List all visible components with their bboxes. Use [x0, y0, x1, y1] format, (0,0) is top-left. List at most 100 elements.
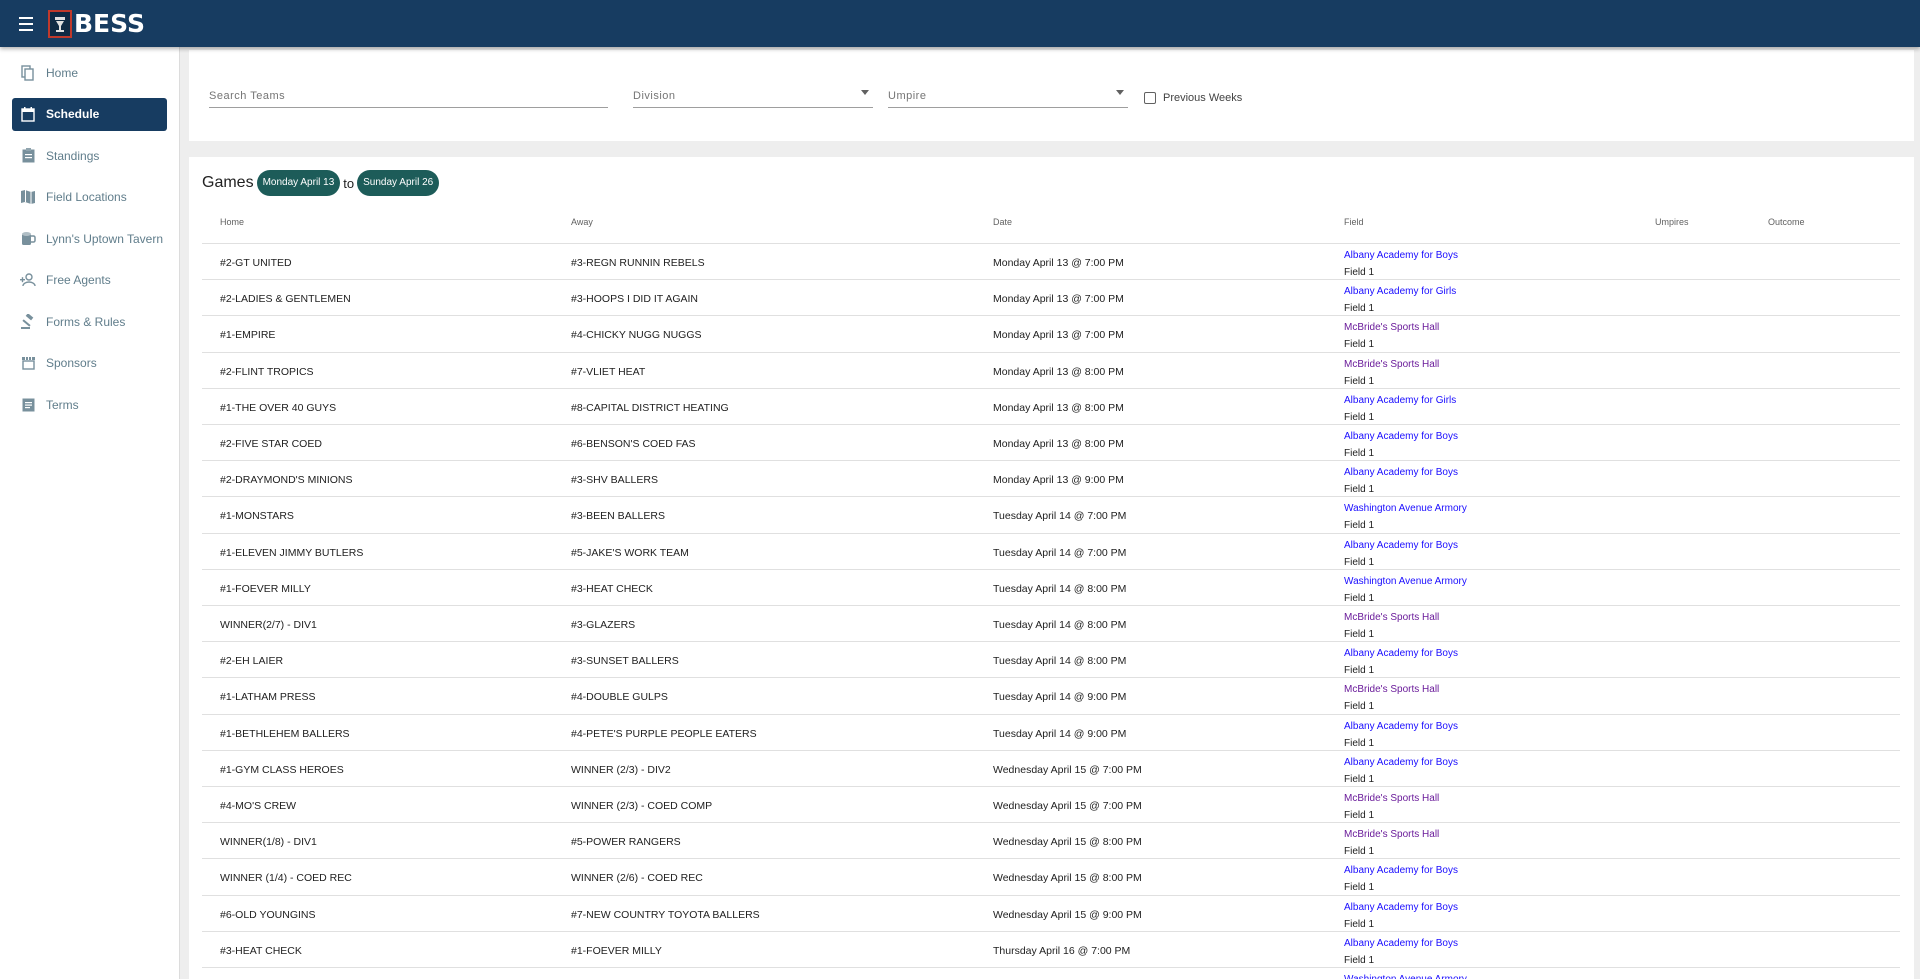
away-team-cell: WINNER (2/3) - DIV2: [571, 763, 671, 776]
table-row[interactable]: #1-THE OVER 40 GUYS #8-CAPITAL DISTRICT H…: [202, 387, 1900, 426]
calendar-icon: [20, 106, 36, 122]
field-cell: Albany Academy for Girls Field 1: [1344, 392, 1456, 426]
column-header-outcome[interactable]: Outcome: [1768, 217, 1805, 227]
table-row[interactable]: #6-OLD YOUNGINS #7-NEW COUNTRY TOYOTA BAL…: [202, 894, 1900, 931]
field-cell: McBride's Sports Hall Field 1: [1344, 681, 1439, 715]
away-team-cell: #3-BEEN BALLERS: [571, 510, 665, 523]
sidebar-item-label: Forms & Rules: [46, 314, 126, 329]
sidebar-item-field-locations[interactable]: Field Locations: [12, 181, 167, 214]
table-row[interactable]: #1-ELEVEN JIMMY BUTLERS #5-JAKE'S WORK TE…: [202, 532, 1900, 569]
away-team-cell: #5-JAKE'S WORK TEAM: [571, 546, 689, 559]
field-location-link[interactable]: Albany Academy for Girls: [1344, 392, 1456, 409]
field-location-link[interactable]: Albany Academy for Boys: [1344, 247, 1458, 264]
end-date-chip[interactable]: Sunday April 26: [357, 170, 440, 196]
column-header-home[interactable]: Home: [220, 217, 244, 227]
table-row[interactable]: #3-HEAT CHECK #1-FOEVER MILLY Thursday Apr…: [202, 930, 1900, 967]
column-header-away[interactable]: Away: [571, 217, 593, 227]
table-row[interactable]: WINNER (1/4) - COED REC WINNER (2/6) - CO…: [202, 858, 1900, 894]
date-cell: Monday April 13 @ 7:00 PM: [993, 293, 1124, 306]
field-location-link[interactable]: Washington Avenue Armory: [1344, 500, 1467, 517]
previous-weeks-checkbox[interactable]: [1144, 92, 1156, 104]
home-team-cell: WINNER(1/8) - DIV1: [220, 836, 317, 849]
date-cell: Wednesday April 15 @ 9:00 PM: [993, 908, 1142, 921]
search-placeholder: Search Teams: [209, 90, 286, 102]
away-team-cell: #8-CAPITAL DISTRICT HEATING: [571, 401, 729, 414]
date-cell: Monday April 13 @ 7:00 PM: [993, 329, 1124, 342]
table-row[interactable]: #1-LATHAM PRESS #4-DOUBLE GULPS Tuesday Ap…: [202, 677, 1900, 713]
field-location-link[interactable]: Albany Academy for Boys: [1344, 645, 1458, 662]
field-location-link[interactable]: Albany Academy for Boys: [1344, 464, 1458, 481]
column-header-umpires[interactable]: Umpires: [1655, 217, 1689, 227]
division-select[interactable]: Division: [633, 86, 873, 108]
division-placeholder: Division: [633, 90, 676, 102]
field-location-link[interactable]: McBride's Sports Hall: [1344, 319, 1439, 336]
sidebar-item-forms-rules[interactable]: Forms & Rules: [12, 305, 167, 338]
home-team-cell: #1-THE OVER 40 GUYS: [220, 401, 337, 414]
date-range-separator: to: [343, 175, 355, 191]
field-location-link[interactable]: McBride's Sports Hall: [1344, 826, 1439, 843]
caret-down-icon: [861, 90, 869, 95]
search-teams-input[interactable]: Search Teams: [209, 86, 608, 108]
sidebar-item-terms[interactable]: Terms: [12, 388, 167, 421]
home-team-cell: #4-MO'S CREW: [220, 800, 297, 812]
umpire-placeholder: Umpire: [888, 90, 927, 102]
home-team-cell: #2-GT UNITED: [220, 257, 292, 269]
field-location-link[interactable]: McBride's Sports Hall: [1344, 356, 1439, 373]
gavel-icon: [20, 314, 36, 330]
away-team-cell: #3-SUNSET BALLERS: [571, 655, 679, 668]
table-row[interactable]: WINNER(1/8) - DIV1 #5-POWER RANGERS Wednes…: [202, 822, 1900, 858]
table-row[interactable]: #2-EH LAIER #3-SUNSET BALLERS Tuesday Apri…: [202, 641, 1900, 677]
app-logo[interactable]: BESS: [48, 9, 145, 38]
field-location-link[interactable]: McBride's Sports Hall: [1344, 609, 1439, 626]
table-row[interactable]: #1-MONSTARS #3-BEEN BALLERS Tuesday April …: [202, 496, 1900, 532]
sidebar-item-label: Standings: [46, 148, 100, 163]
date-cell: Tuesday April 14 @ 8:00 PM: [993, 582, 1127, 595]
table-row[interactable]: #2-DRAYMOND'S MINIONS #3-SHV BALLERS Monda…: [202, 460, 1900, 496]
start-date-chip[interactable]: Monday April 13: [256, 170, 341, 196]
table-row[interactable]: WINNER(2/7) - DIV1 #3-GLAZERS Tuesday Apri…: [202, 605, 1900, 641]
table-row[interactable]: #1-BETHLEHEM BALLERS #4-PETE'S PURPLE PEO…: [202, 713, 1900, 752]
field-location-link[interactable]: McBride's Sports Hall: [1344, 790, 1439, 807]
hamburger-menu-icon[interactable]: [14, 11, 40, 37]
field-location-link[interactable]: McBride's Sports Hall: [1344, 681, 1439, 698]
table-row[interactable]: #2-FIVE STAR COED #6-BENSON'S COED FAS Mon…: [202, 424, 1900, 460]
table-row[interactable]: #4-MO'S CREW WINNER (2/3) - COED COMP Wedn…: [202, 786, 1900, 822]
sidebar-item-home[interactable]: Home: [12, 56, 167, 89]
table-row[interactable]: #2-FLINT TROPICS #7-VLIET HEAT Monday Apri…: [202, 351, 1900, 388]
column-header-date[interactable]: Date: [993, 217, 1012, 227]
table-row[interactable]: #1-FOEVER MILLY #3-HEAT CHECK Tuesday Apri…: [202, 568, 1900, 605]
field-location-link[interactable]: Albany Academy for Boys: [1344, 718, 1458, 735]
sidebar-item-schedule[interactable]: Schedule: [12, 97, 167, 131]
date-cell: Monday April 13 @ 7:00 PM: [993, 257, 1124, 269]
field-location-link[interactable]: Albany Academy for Girls: [1344, 283, 1456, 300]
sidebar-item-standings[interactable]: Standings: [12, 139, 167, 172]
sidebar-item-sponsors[interactable]: Sponsors: [12, 347, 167, 380]
date-cell: Monday April 13 @ 8:00 PM: [993, 438, 1124, 450]
field-location-link[interactable]: Albany Academy for Boys: [1344, 862, 1458, 879]
field-location-link[interactable]: Albany Academy for Boys: [1344, 754, 1458, 771]
home-team-cell: #6-OLD YOUNGINS: [220, 908, 316, 921]
field-location-link[interactable]: Albany Academy for Boys: [1344, 537, 1458, 554]
table-row[interactable]: #1-EMPIRE #4-CHICKY NUGG NUGGS Monday Apri…: [202, 315, 1900, 351]
umpire-select[interactable]: Umpire: [888, 86, 1128, 108]
table-row[interactable]: Washington Avenue Armory: [202, 967, 1900, 979]
field-location-link[interactable]: Albany Academy for Boys: [1344, 935, 1458, 952]
field-cell: McBride's Sports Hall Field 1: [1344, 790, 1439, 824]
field-location-link[interactable]: Washington Avenue Armory: [1344, 573, 1467, 590]
logo-mark-icon: [48, 9, 72, 38]
field-location-link[interactable]: Washington Avenue Armory: [1344, 971, 1467, 979]
caret-down-icon: [1116, 90, 1124, 95]
field-location-link[interactable]: Albany Academy for Boys: [1344, 428, 1458, 445]
games-title: Games: [202, 174, 254, 191]
app-name: BESS: [74, 9, 146, 38]
field-cell: Albany Academy for Boys Field 1: [1344, 718, 1458, 752]
column-header-field[interactable]: Field: [1344, 217, 1364, 227]
table-row[interactable]: #1-GYM CLASS HEROES WINNER (2/3) - DIV2 We…: [202, 749, 1900, 786]
sidebar-item-tavern[interactable]: Lynn's Uptown Tavern: [12, 222, 167, 255]
date-cell: Tuesday April 14 @ 8:00 PM: [993, 655, 1127, 668]
table-row[interactable]: #2-GT UNITED #3-REGN RUNNIN REBELS Monday …: [202, 243, 1900, 279]
table-row[interactable]: #2-LADIES & GENTLEMEN #3-HOOPS I DID IT A…: [202, 279, 1900, 315]
sidebar-item-free-agents[interactable]: Free Agents: [12, 264, 167, 297]
field-location-link[interactable]: Albany Academy for Boys: [1344, 899, 1458, 916]
previous-weeks-toggle[interactable]: Previous Weeks: [1144, 92, 1242, 104]
